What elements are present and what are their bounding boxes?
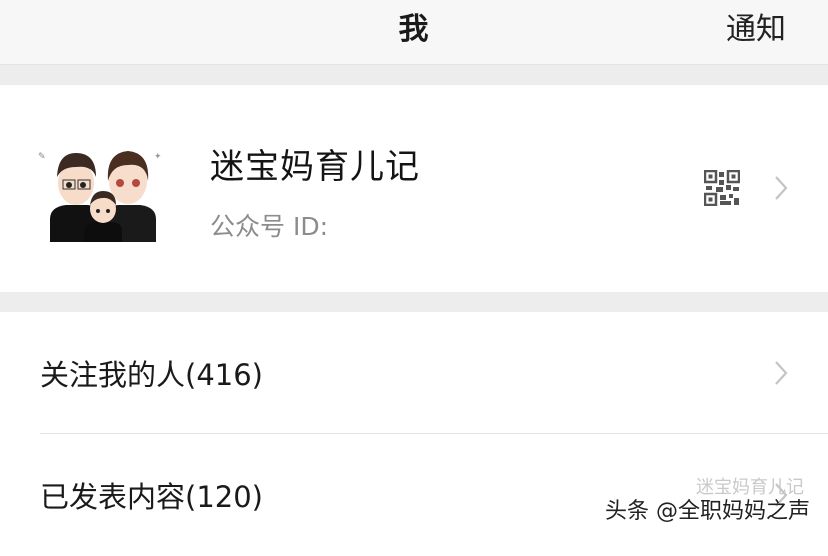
- qr-code-icon[interactable]: [703, 169, 741, 207]
- list-item-followers[interactable]: 关注我的人(416): [0, 312, 828, 434]
- top-navigation-bar: 我 通知: [0, 0, 828, 65]
- account-id-label: 公众号 ID:: [210, 212, 328, 241]
- svg-text:✎: ✎: [38, 152, 46, 162]
- section-gap: [0, 65, 828, 85]
- profile-card[interactable]: ✎ ✦ 迷宝妈育儿记 公众号 ID:: [0, 85, 828, 292]
- page-title: 我: [398, 12, 430, 47]
- svg-text:✦: ✦: [154, 152, 162, 162]
- watermark: 头条 @全职妈妈之声: [605, 499, 810, 524]
- notifications-button[interactable]: 通知: [726, 4, 786, 48]
- account-name: 迷宝妈育儿记: [210, 147, 420, 187]
- chevron-right-icon: [774, 360, 788, 386]
- chevron-right-icon[interactable]: [774, 175, 788, 201]
- list-item-label: 已发表内容(120): [40, 480, 263, 514]
- section-gap: [0, 292, 828, 312]
- list-item-label: 关注我的人(416): [40, 358, 263, 392]
- avatar[interactable]: ✎ ✦: [36, 137, 166, 242]
